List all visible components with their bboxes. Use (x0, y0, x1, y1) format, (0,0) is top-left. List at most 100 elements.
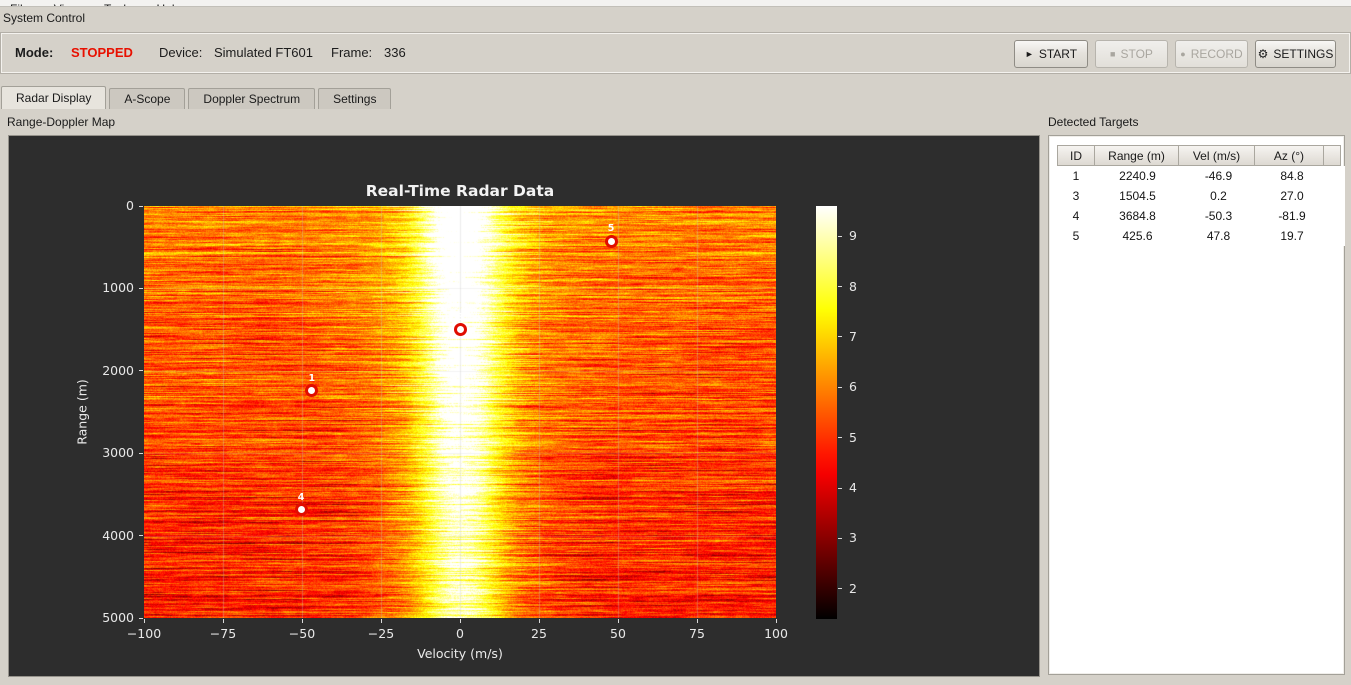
colorbar-tick-label: 7 (849, 328, 857, 344)
table-header-row: ID Range (m) Vel (m/s) Az (°) (1057, 145, 1345, 166)
x-tick-mark (775, 619, 777, 623)
colorbar-tick-mark (838, 336, 842, 338)
detected-targets-panel: ID Range (m) Vel (m/s) Az (°) 1 2240.9 -46.9 84… (1048, 135, 1345, 675)
colorbar-tick-label: 6 (849, 379, 857, 395)
device-value: Simulated FT601 (214, 45, 313, 60)
x-axis-label: Velocity (m/s) (417, 646, 503, 661)
table-cell: 1 (1057, 166, 1095, 186)
menu-bar: File View Tools Help (0, 0, 1351, 7)
table-row[interactable]: 4 3684.8 -50.3 -81.9 (1057, 206, 1345, 226)
tab-doppler-spectrum[interactable]: Doppler Spectrum (188, 88, 316, 109)
x-tick-mark (380, 619, 382, 623)
target-marker-label: 5 (607, 223, 615, 235)
x-tick-mark (617, 619, 619, 623)
x-tick-label: −100 (126, 626, 162, 641)
tab-bar: Radar Display A-Scope Doppler Spectrum S… (1, 86, 392, 109)
table-row[interactable]: 3 1504.5 0.2 27.0 (1057, 186, 1345, 206)
y-tick-mark (139, 287, 143, 289)
y-tick-label: 5000 (102, 610, 134, 625)
table-cell (1327, 166, 1345, 186)
x-tick-mark (222, 619, 224, 623)
play-icon: ► (1024, 49, 1034, 59)
y-tick-label: 0 (126, 198, 134, 213)
table-header-cell[interactable]: Range (m) (1094, 145, 1179, 166)
system-control-group: Mode: STOPPED Device: Simulated FT601 Fr… (0, 32, 1351, 74)
range-doppler-heatmap[interactable] (144, 206, 776, 618)
frame-label: Frame: (331, 45, 373, 60)
colorbar-tick-label: 2 (849, 580, 857, 596)
colorbar (816, 206, 837, 619)
target-marker-label: 3 (457, 311, 464, 323)
device-label: Device: (159, 45, 203, 60)
table-row[interactable]: 1 2240.9 -46.9 84.8 (1057, 166, 1345, 186)
table-cell (1327, 226, 1345, 246)
colorbar-tick-mark (838, 588, 842, 590)
targets-table: ID Range (m) Vel (m/s) Az (°) 1 2240.9 -46.9 84… (1057, 145, 1345, 246)
table-cell: 2240.9 (1095, 166, 1180, 186)
table-cell (1327, 186, 1345, 206)
target-marker-label: 1 (308, 372, 316, 384)
table-header-cell[interactable]: Vel (m/s) (1178, 145, 1255, 166)
table-cell: 0.2 (1180, 186, 1257, 206)
table-header-cell[interactable]: ID (1057, 145, 1095, 166)
gear-icon: ⚙ (1257, 47, 1269, 61)
x-tick-mark (538, 619, 540, 623)
settings-button-label: SETTINGS (1273, 47, 1334, 61)
tab-radar-display[interactable]: Radar Display (1, 86, 107, 109)
frame-value: 336 (384, 45, 406, 60)
table-cell: 425.6 (1095, 226, 1180, 246)
table-cell: 4 (1057, 206, 1095, 226)
y-tick-label: 4000 (102, 527, 134, 543)
menu-help[interactable]: Help (147, 0, 192, 6)
x-tick-mark (696, 619, 698, 623)
table-cell: -46.9 (1180, 166, 1257, 186)
target-marker (294, 503, 308, 517)
start-button[interactable]: ► START (1014, 40, 1088, 68)
detected-targets-label: Detected Targets (1048, 115, 1139, 129)
colorbar-tick-mark (838, 437, 842, 439)
table-cell: 84.8 (1257, 166, 1327, 186)
settings-button[interactable]: ⚙ SETTINGS (1255, 40, 1336, 68)
record-button: ● RECORD (1175, 40, 1248, 68)
table-cell: 3684.8 (1095, 206, 1180, 226)
y-axis-label: Range (m) (74, 379, 90, 445)
y-tick-mark (139, 452, 143, 454)
table-header-cell[interactable]: Az (°) (1254, 145, 1324, 166)
menu-file[interactable]: File (0, 0, 39, 6)
table-row[interactable]: 5 425.6 47.8 19.7 (1057, 226, 1345, 246)
colorbar-tick-label: 5 (849, 429, 857, 445)
system-control-title: System Control (3, 11, 86, 25)
x-tick-mark (459, 619, 461, 623)
mode-label: Mode: (15, 45, 54, 60)
colorbar-tick-mark (838, 386, 842, 388)
colorbar-tick-mark (838, 487, 842, 489)
x-tick-label: 75 (689, 626, 705, 641)
y-tick-label: 2000 (102, 362, 134, 378)
record-button-label: RECORD (1190, 47, 1243, 61)
y-tick-label: 1000 (102, 280, 134, 296)
table-cell: 5 (1057, 226, 1095, 246)
x-tick-label: 50 (610, 626, 626, 641)
target-marker-label: 4 (297, 491, 305, 503)
colorbar-tick-mark (838, 537, 842, 539)
y-tick-mark (139, 535, 143, 537)
colorbar-tick-label: 9 (849, 228, 857, 244)
control-button-row: ► START ■ STOP ● RECORD ⚙ SETTINGS (1014, 40, 1336, 68)
tab-settings[interactable]: Settings (318, 88, 392, 109)
x-tick-label: 25 (531, 626, 547, 641)
mode-value: STOPPED (71, 45, 133, 60)
stop-button-label: STOP (1120, 47, 1153, 61)
x-tick-label: −50 (288, 626, 316, 641)
tab-a-scope[interactable]: A-Scope (109, 88, 186, 109)
colorbar-tick-mark (838, 286, 842, 288)
table-header-cell[interactable] (1323, 145, 1341, 166)
table-cell: -81.9 (1257, 206, 1327, 226)
y-tick-mark (139, 370, 143, 372)
colorbar-tick-label: 8 (849, 278, 857, 294)
colorbar-tick-label: 3 (849, 530, 857, 546)
menu-view[interactable]: View (44, 0, 90, 6)
menu-tools[interactable]: Tools (94, 0, 142, 6)
x-tick-label: −75 (209, 626, 237, 641)
table-cell: 1504.5 (1095, 186, 1180, 206)
start-button-label: START (1038, 47, 1078, 61)
